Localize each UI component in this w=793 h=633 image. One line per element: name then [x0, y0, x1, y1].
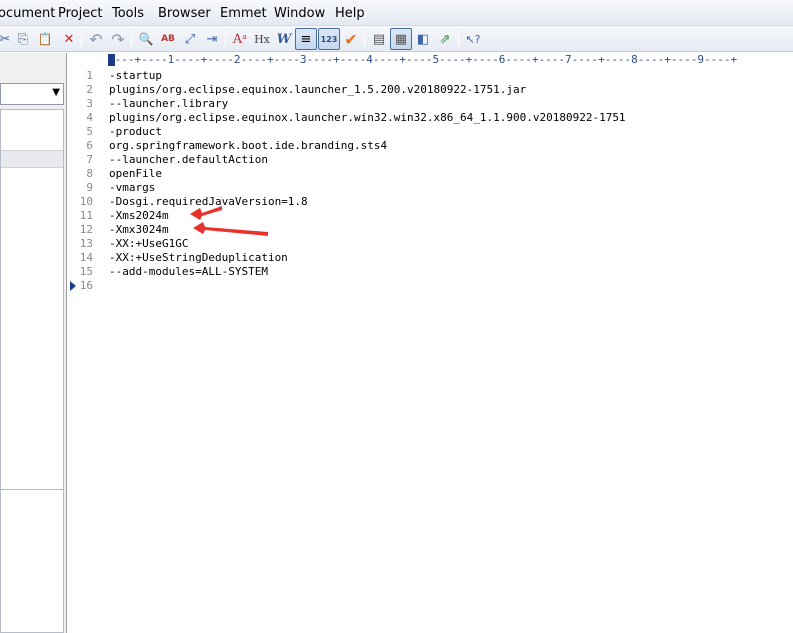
left-panel: ▼	[0, 53, 67, 633]
code-line[interactable]: --launcher.library	[109, 97, 228, 111]
menu-help[interactable]: Help	[335, 6, 365, 21]
copy-icon[interactable]: ⎘	[12, 28, 34, 50]
menu-tools[interactable]: Tools	[112, 6, 144, 21]
code-line[interactable]: -startup	[109, 69, 162, 83]
browser-preview-icon[interactable]: ◧	[412, 28, 434, 50]
find-in-files-icon[interactable]: ⤢	[179, 28, 201, 50]
view-split-icon[interactable]: ▦	[390, 28, 412, 50]
code-line[interactable]: -Xmx3024m	[109, 223, 169, 237]
spell-check-icon[interactable]: Aᵃ	[229, 28, 251, 50]
line-number: 6	[86, 139, 93, 152]
line-number: 9	[86, 181, 93, 194]
code-line[interactable]: -Xms2024m	[109, 209, 169, 223]
column-ruler: ----+----1----+----2----+----3----+----4…	[108, 53, 738, 66]
indent-icon[interactable]: ≡	[295, 28, 317, 50]
word-wrap-icon[interactable]: W	[273, 28, 295, 50]
menu-document[interactable]: ocument	[0, 6, 55, 21]
code-editor[interactable]: ----+----1----+----2----+----3----+----4…	[68, 53, 793, 633]
toolbar-separator	[225, 30, 226, 48]
code-line[interactable]: -product	[109, 125, 162, 139]
code-line[interactable]: plugins/org.eclipse.equinox.launcher_1.5…	[109, 83, 526, 97]
line-number: 1	[86, 69, 93, 82]
line-number: 4	[86, 111, 93, 124]
menu-emmet[interactable]: Emmet	[220, 6, 267, 21]
menu-browser[interactable]: Browser	[158, 6, 211, 21]
goto-line-icon[interactable]: ⇥	[201, 28, 223, 50]
line-number: 10	[79, 195, 93, 208]
toolbar: ✂ ⎘ 📋 ✕ ↶ ↷ 🔍 AB ⤢ ⇥ Aᵃ Hx W ≡ 123 ✔ ▤ ▦…	[0, 26, 793, 52]
line-number: 11	[79, 209, 93, 222]
code-line[interactable]: -Dosgi.requiredJavaVersion=1.8	[109, 195, 308, 209]
open-browser-icon[interactable]: ⇗	[434, 28, 456, 50]
code-line[interactable]: --launcher.defaultAction	[109, 153, 268, 167]
panel-dropdown[interactable]: ▼	[0, 83, 64, 105]
line-number: 12	[79, 223, 93, 236]
find-icon[interactable]: 🔍	[135, 28, 157, 50]
pointer-help-icon[interactable]: ↖?	[462, 28, 484, 50]
code-line[interactable]: org.springframework.boot.ide.branding.st…	[109, 139, 387, 153]
line-number: 13	[79, 237, 93, 250]
bottom-panel	[0, 489, 64, 633]
current-line-marker-icon	[70, 281, 76, 291]
view-list-icon[interactable]: ▤	[368, 28, 390, 50]
toolbar-separator	[131, 30, 132, 48]
line-number: 8	[86, 167, 93, 180]
line-number: 14	[79, 251, 93, 264]
ruler-cursor-marker	[108, 54, 115, 66]
code-line[interactable]: plugins/org.eclipse.equinox.launcher.win…	[109, 111, 626, 125]
line-number: 15	[79, 265, 93, 278]
line-number: 3	[86, 97, 93, 110]
menu-window[interactable]: Window	[274, 6, 325, 21]
line-number: 5	[86, 125, 93, 138]
redo-icon[interactable]: ↷	[107, 28, 129, 50]
code-line[interactable]: --add-modules=ALL-SYSTEM	[109, 265, 268, 279]
chevron-down-icon: ▼	[52, 87, 60, 98]
code-line[interactable]: -vmargs	[109, 181, 155, 195]
list-item[interactable]	[1, 150, 63, 168]
toolbar-separator	[458, 30, 459, 48]
code-line[interactable]: openFile	[109, 167, 162, 181]
line-number: 7	[86, 153, 93, 166]
undo-icon[interactable]: ↶	[85, 28, 107, 50]
code-line[interactable]: -XX:+UseStringDeduplication	[109, 251, 288, 265]
delete-icon[interactable]: ✕	[58, 28, 80, 50]
toolbar-separator	[81, 30, 82, 48]
paste-icon[interactable]: 📋	[34, 28, 56, 50]
menu-project[interactable]: Project	[58, 6, 102, 21]
replace-icon[interactable]: AB	[157, 28, 179, 50]
code-line[interactable]: -XX:+UseG1GC	[109, 237, 188, 251]
toolbar-separator	[364, 30, 365, 48]
menu-bar: ocument Project Tools Browser Emmet Wind…	[0, 0, 793, 26]
line-numbers-icon[interactable]: 123	[318, 28, 340, 50]
line-number: 2	[86, 83, 93, 96]
html-toolbar-icon[interactable]: Hx	[251, 28, 273, 50]
file-tree[interactable]	[0, 109, 64, 539]
checkmark-icon[interactable]: ✔	[340, 28, 362, 50]
